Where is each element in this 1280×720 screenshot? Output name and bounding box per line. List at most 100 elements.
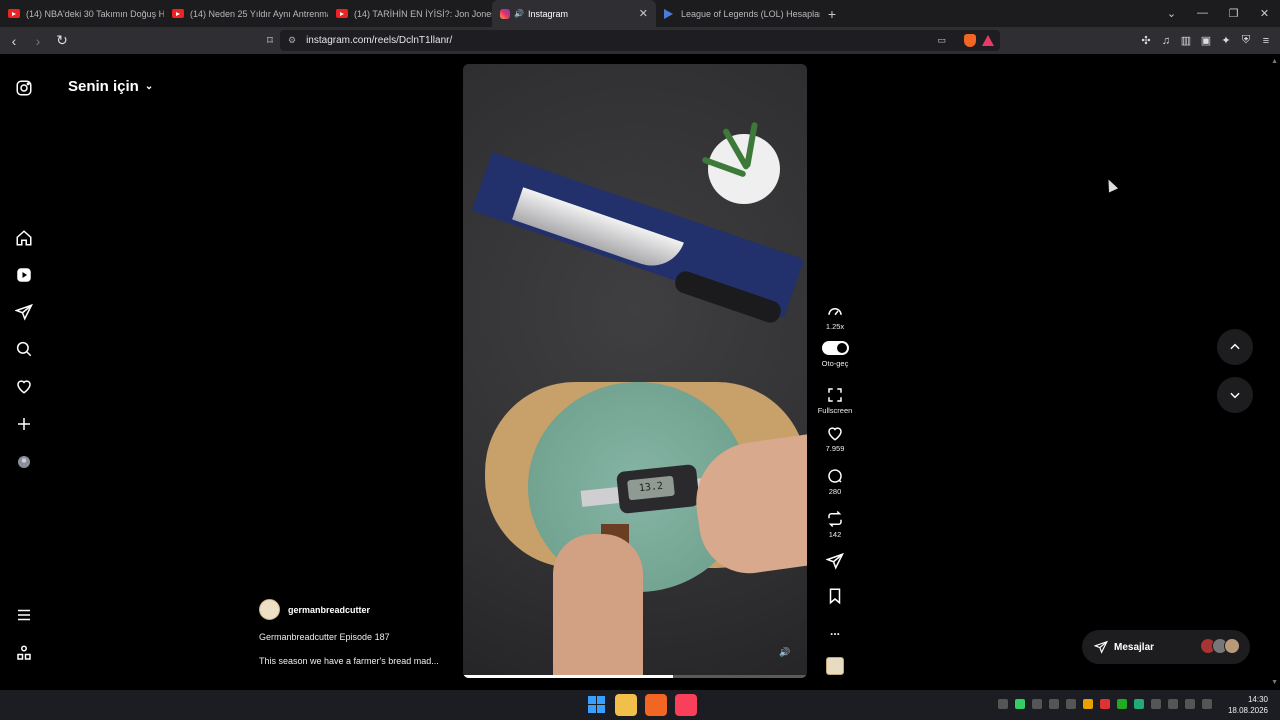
minimize-button[interactable]: — — [1187, 7, 1218, 20]
cast-icon[interactable]: ▭ — [937, 35, 946, 46]
microphone-icon[interactable] — [1151, 699, 1161, 709]
save-button[interactable] — [815, 587, 855, 605]
share-icon — [826, 552, 844, 570]
video-progress-bar[interactable] — [463, 675, 807, 678]
feed-title: Senin için — [68, 78, 139, 95]
tab-label: (14) Neden 25 Yıldır Aynı Antrenman — [190, 8, 328, 19]
media-icon[interactable]: ♫ — [1160, 35, 1172, 47]
file-explorer-icon[interactable] — [615, 694, 637, 716]
scroll-down-icon[interactable]: ▼ — [1271, 679, 1278, 686]
brave-shields-icon[interactable] — [964, 34, 976, 47]
comment-button[interactable]: 280 — [815, 467, 855, 496]
author-row[interactable]: germanbreadcutter — [259, 599, 370, 620]
vpn-icon[interactable]: ⛨ — [1240, 34, 1252, 47]
reels-icon[interactable] — [14, 265, 34, 285]
direct-icon[interactable] — [14, 302, 34, 322]
back-button[interactable]: ‹ — [4, 33, 24, 49]
speaker-icon[interactable]: 🔊 — [514, 9, 524, 18]
heart-icon[interactable] — [14, 376, 34, 396]
close-tab-icon[interactable]: ✕ — [639, 7, 648, 20]
previous-reel-button[interactable] — [1217, 329, 1253, 365]
more-apps-icon[interactable] — [14, 643, 34, 663]
tray-icon[interactable] — [1083, 699, 1093, 709]
site-info-icon[interactable]: ⚙ — [288, 35, 296, 46]
tab-youtube-3[interactable]: (14) TARİHİN EN İYİSİ?: Jon Jones Beb — [328, 0, 492, 27]
tray-icon[interactable] — [1032, 699, 1042, 709]
clock-time: 14:30 — [1247, 695, 1268, 704]
speed-label: 1.25x — [825, 322, 845, 331]
tab-list-icon[interactable]: ⌄ — [1156, 7, 1187, 20]
author-name[interactable]: germanbreadcutter — [288, 605, 370, 615]
network-icon[interactable] — [1168, 699, 1178, 709]
security-icon[interactable] — [1134, 699, 1144, 709]
instagram-icon — [500, 8, 510, 19]
messages-button[interactable]: Mesajlar — [1082, 630, 1250, 664]
brave-rewards-icon[interactable] — [982, 35, 994, 46]
chevron-down-icon: ⌄ — [144, 81, 154, 92]
messages-label: Mesajlar — [1114, 641, 1155, 653]
video-progress-fill — [463, 675, 673, 678]
comment-count: 280 — [828, 487, 842, 496]
nvidia-icon[interactable] — [1015, 699, 1025, 709]
tray-icon[interactable] — [998, 699, 1008, 709]
tab-youtube-2[interactable]: (14) Neden 25 Yıldır Aynı Antrenman — [164, 0, 328, 27]
repost-button[interactable]: 142 — [815, 510, 855, 539]
tray-icon[interactable] — [1100, 699, 1110, 709]
tab-instagram[interactable]: 🔊 Instagram ✕ — [492, 0, 656, 27]
share-button[interactable] — [815, 552, 855, 570]
close-window-button[interactable]: ✕ — [1249, 7, 1280, 20]
feed-selector[interactable]: Senin için ⌄ — [68, 78, 153, 95]
windows-start-icon[interactable] — [588, 696, 605, 713]
hamburger-menu-icon[interactable] — [14, 605, 34, 625]
music-app-icon[interactable] — [675, 694, 697, 716]
wallet-icon[interactable]: ▣ — [1200, 34, 1212, 47]
menu-icon[interactable]: ≡ — [1260, 35, 1272, 47]
volume-icon[interactable] — [1185, 699, 1195, 709]
tray-icon[interactable] — [1117, 699, 1127, 709]
toggle-switch[interactable] — [821, 341, 849, 355]
fullscreen-icon — [828, 388, 842, 402]
instagram-logo-icon[interactable] — [14, 78, 34, 98]
page-scrollbar[interactable]: ▲ ▼ — [1270, 54, 1280, 690]
leo-icon[interactable]: ✦ — [1220, 34, 1232, 47]
next-reel-button[interactable] — [1217, 377, 1253, 413]
like-button[interactable]: 7.959 — [815, 424, 855, 453]
fullscreen-button[interactable]: Fullscreen — [815, 386, 855, 415]
author-avatar[interactable] — [259, 599, 280, 620]
audio-avatar[interactable] — [826, 657, 844, 675]
search-icon[interactable] — [14, 339, 34, 359]
bookmark-icon[interactable]: ⌑ — [260, 34, 280, 47]
tab-youtube-1[interactable]: (14) NBA'deki 30 Takımın Doğuş Hika — [0, 0, 164, 27]
reel-video[interactable]: 13.2 🔊 — [463, 64, 807, 678]
tab-label: League of Legends (LOL) Hesapları S — [681, 8, 820, 19]
toolbar-icons: ✣ ♫ ▥ ▣ ✦ ⛨ ≡ — [1140, 27, 1272, 54]
tab-lol[interactable]: League of Legends (LOL) Hesapları S — [656, 0, 820, 27]
fullscreen-label: Fullscreen — [817, 406, 853, 415]
home-icon[interactable] — [14, 228, 34, 248]
tab-label: (14) TARİHİN EN İYİSİ?: Jon Jones Beb — [354, 8, 492, 19]
discord-icon[interactable] — [1049, 699, 1059, 709]
forward-button[interactable]: › — [28, 33, 48, 49]
caption-preview[interactable]: This season we have a farmer's bread mad… — [259, 656, 439, 666]
battery-icon[interactable] — [1202, 699, 1212, 709]
bookmark-icon — [829, 588, 841, 605]
direct-icon — [1094, 640, 1108, 654]
tray-icon[interactable] — [1066, 699, 1076, 709]
more-options-button[interactable]: ... — [815, 622, 855, 638]
volume-button[interactable]: 🔊 — [775, 642, 795, 662]
speed-button[interactable]: 1.25x — [815, 302, 855, 331]
chevron-down-icon — [1230, 392, 1240, 399]
clock-date: 18.08.2026 — [1227, 706, 1268, 715]
profile-avatar[interactable] — [14, 452, 34, 472]
restore-button[interactable]: ❐ — [1218, 7, 1249, 20]
create-icon[interactable] — [14, 414, 34, 434]
sidebar-toggle-icon[interactable]: ▥ — [1180, 34, 1192, 47]
reload-button[interactable]: ↻ — [52, 32, 72, 49]
new-tab-button[interactable]: + — [820, 6, 844, 22]
url-field[interactable]: ⚙ instagram.com/reels/DclnT1llanr/ ▭ — [280, 30, 1000, 51]
scroll-up-icon[interactable]: ▲ — [1271, 58, 1278, 65]
brave-browser-icon[interactable] — [645, 694, 667, 716]
autoplay-toggle[interactable]: Oto-geç — [815, 341, 855, 368]
extensions-icon[interactable]: ✣ — [1140, 34, 1152, 47]
system-clock[interactable]: 14:30 18.08.2026 — [1228, 694, 1268, 716]
